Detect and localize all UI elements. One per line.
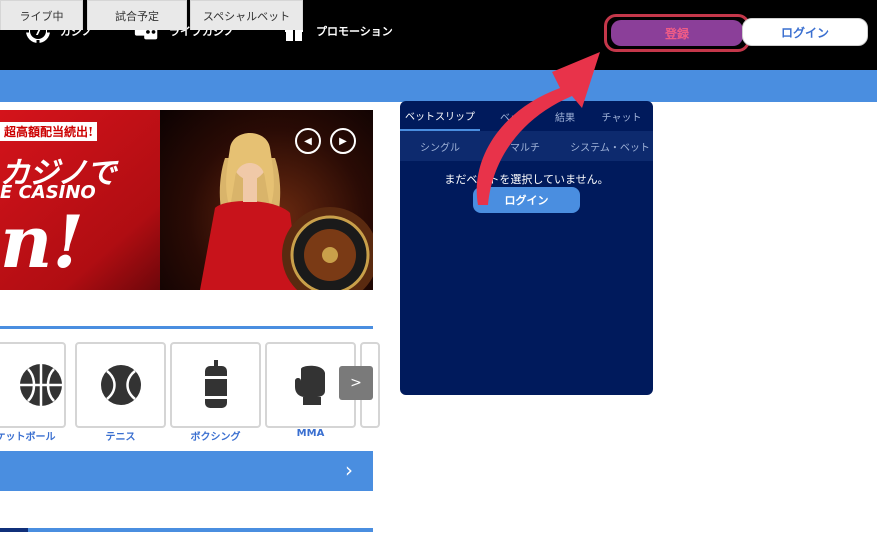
register-button[interactable]: 登録: [611, 20, 743, 46]
betslip-tab-chat[interactable]: チャット: [590, 101, 653, 131]
tab-upcoming[interactable]: 試合予定: [87, 0, 187, 30]
betslip-tab-bets[interactable]: ベッ: [480, 101, 540, 131]
boxing-glove-icon: [294, 365, 325, 405]
bottom-divider: [0, 528, 373, 532]
basketball-icon: [19, 364, 62, 406]
chevron-left-icon: ◀: [304, 135, 312, 147]
tab-live[interactable]: ライブ中: [0, 0, 83, 30]
chevron-right-icon: ›: [345, 458, 353, 482]
betslip-subtab-system[interactable]: システム・ベット: [565, 131, 653, 161]
sport-tile-basketball[interactable]: [0, 342, 66, 428]
sport-label-boxing: ボクシング: [190, 432, 241, 443]
betslip-subtabs: シングル マルチ システム・ベット: [400, 131, 653, 161]
sports-scroll-next-button[interactable]: >: [339, 366, 373, 400]
bottom-divider-active: [0, 528, 28, 532]
sport-label-mma: MMA: [296, 428, 325, 439]
sport-label-basketball: スケットボール: [0, 432, 56, 443]
banner-next-button[interactable]: ▶: [330, 128, 356, 154]
betslip-tab-slip[interactable]: ベットスリップ: [400, 101, 480, 131]
header-login-button[interactable]: ログイン: [742, 18, 868, 46]
sport-tile-tennis[interactable]: [75, 342, 166, 428]
section-bar[interactable]: [0, 451, 373, 491]
banner-large-text: n!: [0, 199, 84, 284]
chevron-right-icon: ▶: [339, 135, 347, 147]
tabs-underline: [0, 326, 373, 329]
betslip-empty-message: まだベットを選択していません。: [444, 173, 609, 186]
betslip-subtab-multi[interactable]: マルチ: [480, 131, 570, 161]
punching-bag-icon: [204, 360, 227, 408]
sport-tile-boxing[interactable]: [170, 342, 261, 428]
betslip-login-button[interactable]: ログイン: [473, 187, 580, 213]
register-highlight: 登録: [604, 14, 750, 52]
banner-tag: 超高額配当続出!: [0, 122, 98, 141]
tennis-ball-icon: [100, 365, 141, 405]
sub-nav-bar: [0, 70, 877, 102]
bet-slip-panel: ベットスリップ ベッ 結果 チャット シングル マルチ システム・ベット まだベ…: [400, 101, 653, 395]
tab-special-bets[interactable]: スペシャルベット: [190, 0, 303, 30]
betslip-tab-results[interactable]: 結果: [540, 101, 590, 131]
betslip-subtab-single[interactable]: シングル: [400, 131, 480, 161]
banner-prev-button[interactable]: ◀: [295, 128, 321, 154]
sport-label-tennis: テニス: [105, 432, 136, 443]
nav-promotion-label: プロモーション: [316, 25, 393, 38]
roulette-wheel-graphic: [282, 207, 373, 290]
